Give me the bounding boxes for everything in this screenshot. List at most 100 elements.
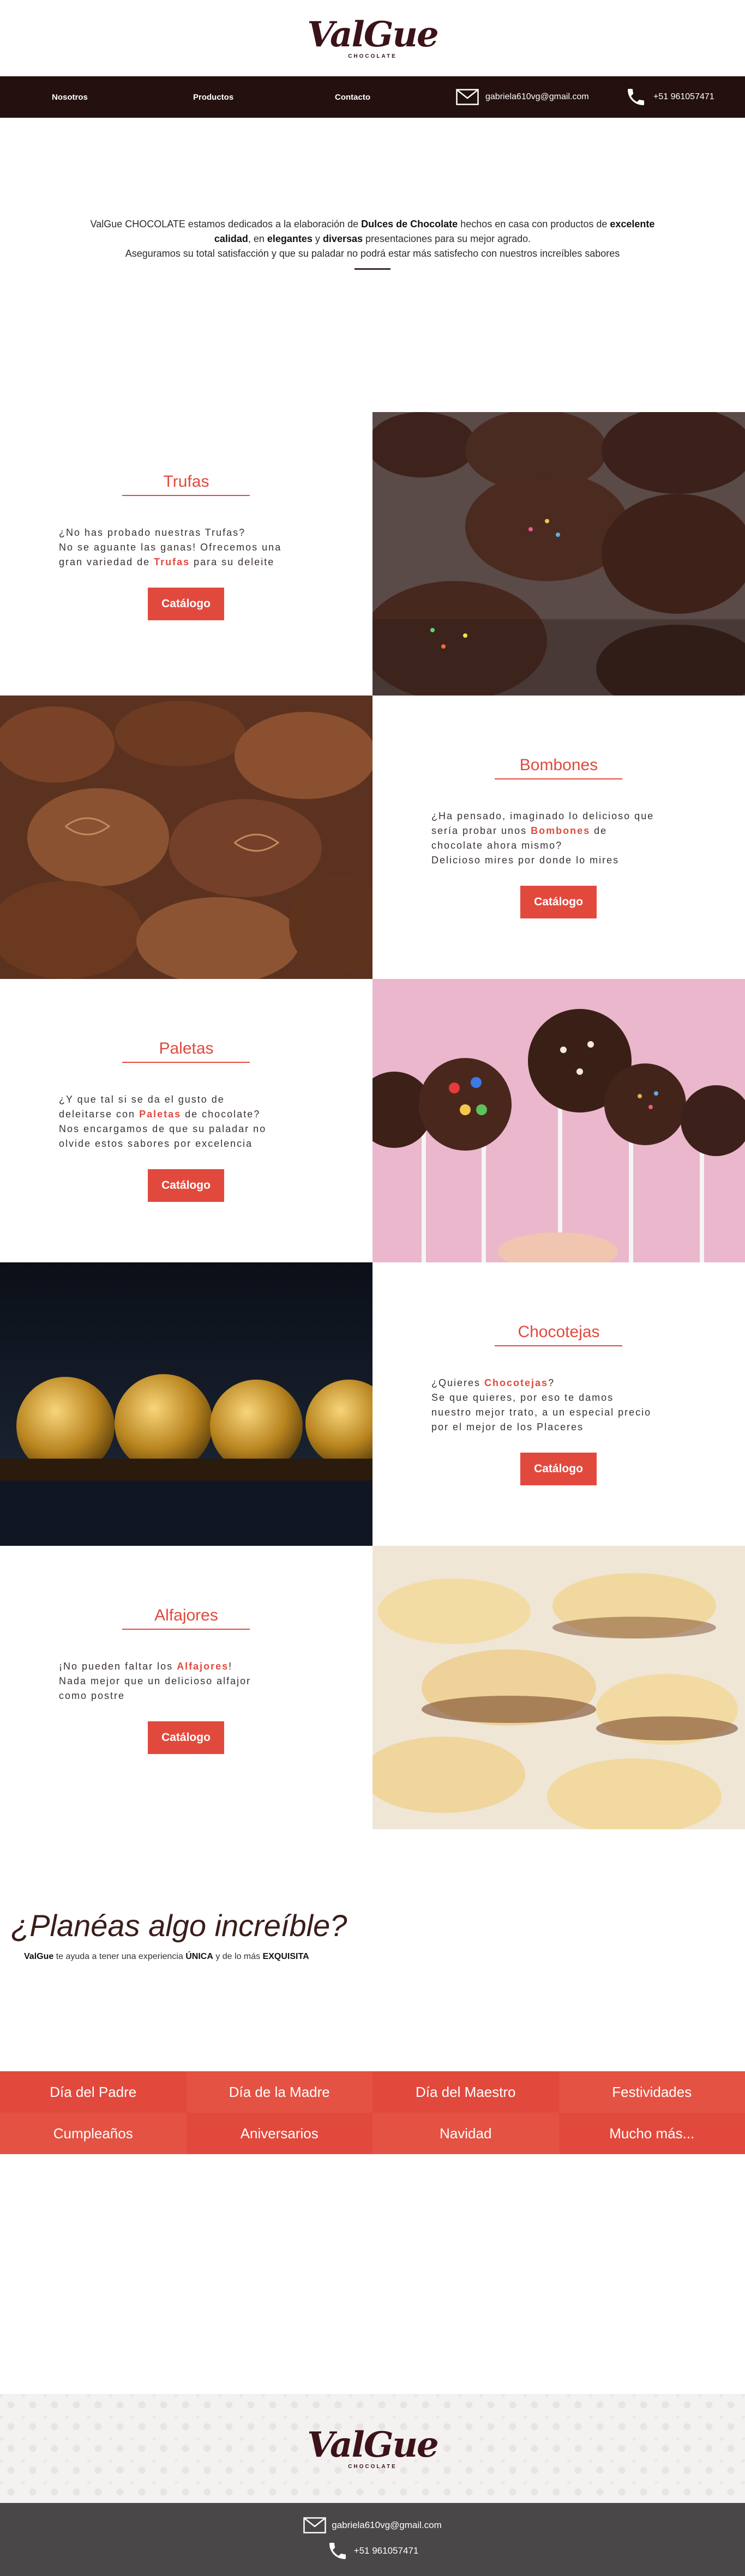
chocotejas-photo — [0, 1262, 372, 1546]
paletas-d2-a: deleitarse con — [59, 1109, 139, 1120]
alfajores-d1-b: Alfajores — [177, 1661, 229, 1672]
trufas-title: Trufas — [0, 473, 372, 491]
nav-phone-text: +51 961057471 — [653, 92, 714, 102]
alfajores-d1-c: ! — [229, 1661, 232, 1672]
bombones-d2-b: Bombones — [531, 825, 590, 836]
bombones-image — [0, 696, 372, 979]
plan-section: ¿Planéas algo increíble? ValGue te ayuda… — [0, 1829, 745, 2071]
nav-link-contacto[interactable]: Contacto — [335, 93, 370, 102]
paletas-image — [372, 979, 745, 1262]
intro-l1-a: ValGue CHOCOLATE estamos dedicados a la … — [91, 219, 362, 229]
bombones-d4: Delicioso mires por donde lo mires — [431, 853, 654, 868]
nav-link-nosotros[interactable]: Nosotros — [52, 93, 88, 102]
nav-link-productos[interactable]: Productos — [193, 93, 233, 102]
bombones-text-panel: Bombones ¿Ha pensado, imaginado lo delic… — [372, 696, 745, 979]
intro-l2-d: y — [313, 233, 323, 244]
trufas-title-rule — [122, 495, 250, 496]
alfajores-d2: Nada mejor que un delicioso alfajor — [59, 1674, 251, 1689]
paletas-d1: ¿Y que tal si se da el gusto de — [59, 1092, 266, 1107]
plan-sub-c: y de lo más — [213, 1952, 263, 1961]
brand-logo[interactable]: ValGue CHOCOLATE — [307, 17, 437, 59]
footer-phone-text: +51 961057471 — [354, 2545, 419, 2556]
nav-phone[interactable]: +51 961057471 — [625, 86, 714, 108]
alfajores-d3: como postre — [59, 1689, 251, 1703]
paletas-photo — [372, 979, 745, 1262]
mail-icon — [456, 89, 479, 105]
occasion-mucho-mas[interactable]: Mucho más... — [559, 2113, 745, 2154]
chocotejas-d3: nuestro mejor trato, a un especial preci… — [431, 1405, 651, 1420]
footer-brand-logo[interactable]: ValGue CHOCOLATE — [307, 2428, 437, 2470]
trufas-d1: ¿No has probado nuestras Trufas? — [59, 525, 281, 540]
intro-l2-e: diversas — [323, 233, 363, 244]
chocotejas-catalog-button[interactable]: Catálogo — [520, 1453, 597, 1485]
blank-spacer — [0, 2154, 745, 2394]
bombones-d1: ¿Ha pensado, imaginado lo delicioso que — [431, 809, 654, 824]
plan-sub-d: EXQUISITA — [263, 1952, 309, 1961]
trufas-photo — [372, 412, 745, 696]
chocotejas-d1-c: ? — [548, 1377, 555, 1388]
intro-l1-c: hechos en casa con productos de — [458, 219, 610, 229]
occasion-navidad[interactable]: Navidad — [372, 2113, 559, 2154]
plan-subtitle: ValGue te ayuda a tener una experiencia … — [24, 1952, 309, 1962]
plan-sub-b: ÚNICA — [185, 1952, 213, 1961]
paletas-catalog-button[interactable]: Catálogo — [148, 1169, 224, 1202]
alfajores-catalog-button[interactable]: Catálogo — [148, 1721, 224, 1754]
alfajores-d1-a: ¡No pueden faltar los — [59, 1661, 177, 1672]
occasion-dia-del-padre[interactable]: Día del Padre — [0, 2071, 187, 2113]
nav-email[interactable]: gabriela610vg@gmail.com — [456, 89, 589, 105]
bombones-d2-c: de — [590, 825, 607, 836]
trufas-d3-c: para su deleite — [190, 557, 274, 567]
alfajores-image — [372, 1546, 745, 1829]
footer-email[interactable]: gabriela610vg@gmail.com — [303, 2517, 442, 2533]
alfajores-description: ¡No pueden faltar los Alfajores! Nada me… — [59, 1659, 251, 1703]
phone-icon — [327, 2540, 349, 2562]
intro-l3: Aseguramos su total satisfacción y que s… — [0, 246, 745, 261]
alfajores-photo — [372, 1546, 745, 1829]
occasion-dia-del-maestro[interactable]: Día del Maestro — [372, 2071, 559, 2113]
plan-title: ¿Planéas algo increíble? — [11, 1908, 347, 1943]
bombones-description: ¿Ha pensado, imaginado lo delicioso que … — [431, 809, 654, 868]
paletas-description: ¿Y que tal si se da el gusto de deleitar… — [59, 1092, 266, 1151]
occasion-festividades[interactable]: Festividades — [559, 2071, 745, 2113]
bombones-title: Bombones — [372, 756, 745, 775]
alfajores-title-rule — [122, 1629, 250, 1630]
chocotejas-d1-b: Chocotejas — [484, 1377, 548, 1388]
footer-phone[interactable]: +51 961057471 — [327, 2540, 419, 2562]
paletas-d2-c: de chocolate? — [181, 1109, 260, 1120]
occasion-aniversarios[interactable]: Aniversarios — [187, 2113, 373, 2154]
header-logo-area: ValGue CHOCOLATE — [0, 0, 745, 76]
product-row-chocotejas: Chocotejas ¿Quieres Chocotejas? Se que q… — [0, 1262, 745, 1546]
paletas-text-panel: Paletas ¿Y que tal si se da el gusto de … — [0, 979, 372, 1262]
phone-icon — [625, 86, 647, 108]
bombones-title-rule — [495, 778, 622, 779]
trufas-d3-a: gran variedad de — [59, 557, 154, 567]
footer-email-text: gabriela610vg@gmail.com — [332, 2520, 442, 2531]
bombones-d2-a: sería probar unos — [431, 825, 531, 836]
trufas-text-panel: Trufas ¿No has probado nuestras Trufas? … — [0, 412, 372, 696]
intro-text: ValGue CHOCOLATE estamos dedicados a la … — [0, 217, 745, 261]
chocotejas-text-panel: Chocotejas ¿Quieres Chocotejas? Se que q… — [372, 1262, 745, 1546]
product-row-bombones: Bombones ¿Ha pensado, imaginado lo delic… — [0, 696, 745, 979]
product-row-alfajores: Alfajores ¡No pueden faltar los Alfajore… — [0, 1546, 745, 1829]
product-row-trufas: Trufas ¿No has probado nuestras Trufas? … — [0, 412, 745, 696]
logo-script: ValGue — [307, 17, 437, 52]
intro-l2-b: , en — [248, 233, 267, 244]
bombones-photo — [0, 696, 372, 979]
occasion-cumpleanos[interactable]: Cumpleaños — [0, 2113, 187, 2154]
bombones-catalog-button[interactable]: Catálogo — [520, 886, 597, 918]
occasion-dia-de-la-madre[interactable]: Día de la Madre — [187, 2071, 373, 2113]
trufas-description: ¿No has probado nuestras Trufas? No se a… — [59, 525, 281, 570]
intro-section: ValGue CHOCOLATE estamos dedicados a la … — [0, 118, 745, 412]
chocotejas-image — [0, 1262, 372, 1546]
top-navbar: Nosotros Productos Contacto gabriela610v… — [0, 76, 745, 118]
mail-icon — [303, 2517, 326, 2533]
trufas-catalog-button[interactable]: Catálogo — [148, 588, 224, 620]
footer-contact: gabriela610vg@gmail.com +51 961057471 — [0, 2503, 745, 2576]
plan-sub-a: te ayuda a tener una experiencia — [53, 1952, 185, 1961]
trufas-image — [372, 412, 745, 696]
paletas-title-rule — [122, 1062, 250, 1063]
intro-l1-d: excelente — [610, 219, 654, 229]
alfajores-text-panel: Alfajores ¡No pueden faltar los Alfajore… — [0, 1546, 372, 1829]
chocotejas-title: Chocotejas — [372, 1323, 745, 1341]
intro-l1-b: Dulces de Chocolate — [361, 219, 458, 229]
